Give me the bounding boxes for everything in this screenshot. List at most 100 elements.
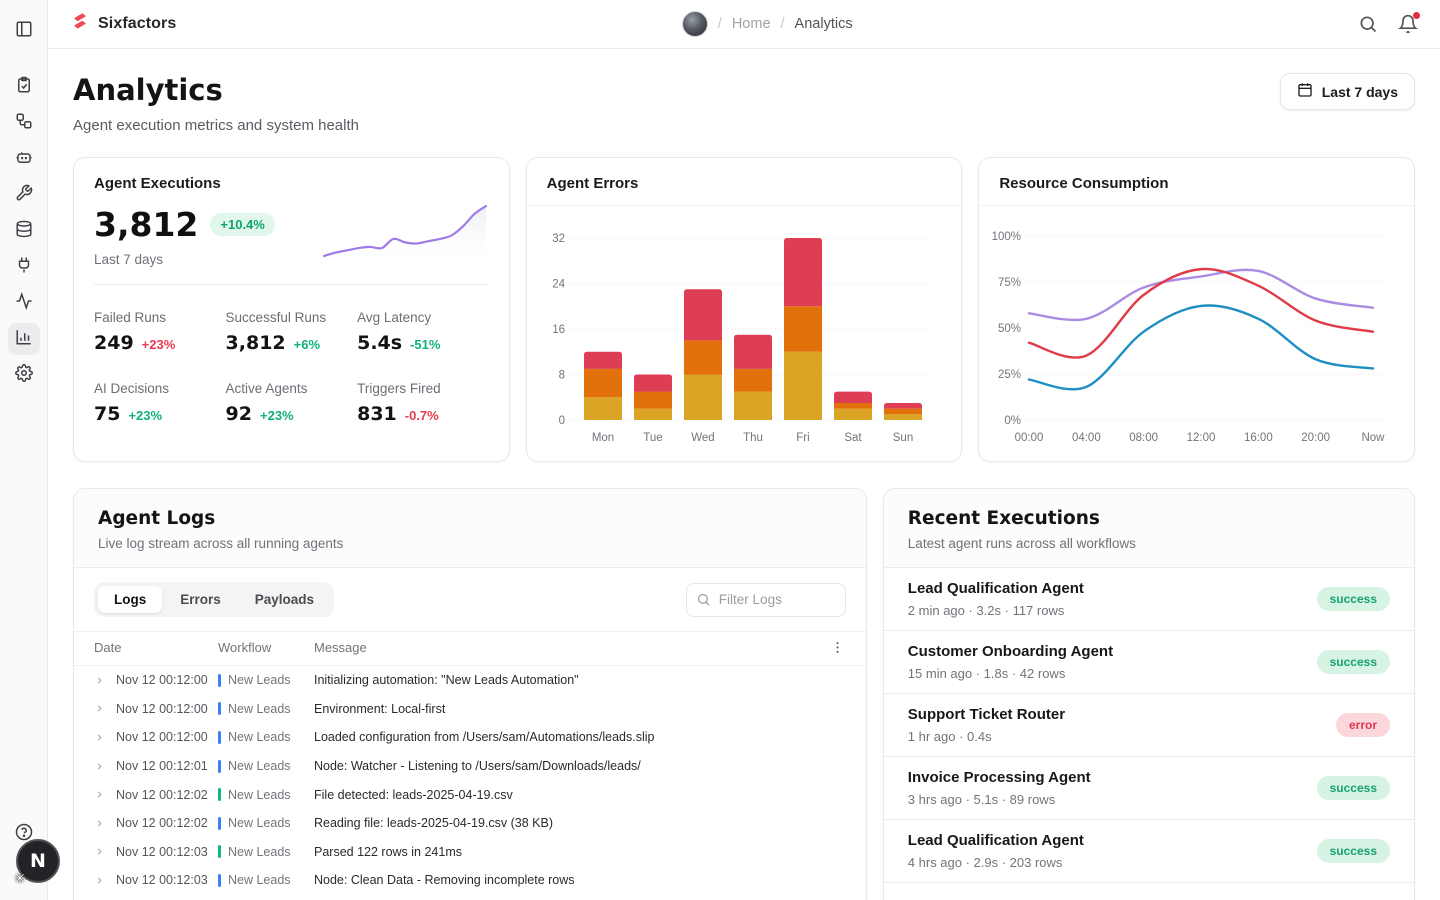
- log-workflow: New Leads: [218, 759, 306, 773]
- log-date: Nov 12 00:12:01: [116, 759, 210, 773]
- svg-text:Now: Now: [1362, 432, 1386, 444]
- brand-name: Sixfactors: [98, 15, 176, 33]
- stat-label: Triggers Fired: [357, 381, 489, 396]
- stat-label: Active Agents: [226, 381, 358, 396]
- svg-text:04:00: 04:00: [1072, 432, 1101, 444]
- search-button[interactable]: [1358, 14, 1378, 34]
- sidebar-toggle-button[interactable]: [8, 15, 40, 47]
- page-title: Analytics: [73, 73, 359, 107]
- log-workflow: New Leads: [218, 702, 306, 716]
- sidebar-item-tools[interactable]: [8, 179, 40, 211]
- workflow-name: New Leads: [228, 730, 291, 744]
- execution-meta: 3 hrs ago · 5.1s · 89 rows: [908, 792, 1091, 807]
- log-workflow: New Leads: [218, 788, 306, 802]
- sidebar-item-activity[interactable]: [8, 287, 40, 319]
- workflow-color-bar: [218, 817, 221, 830]
- tab-payloads[interactable]: Payloads: [239, 586, 330, 613]
- breadcrumb-home[interactable]: Home: [732, 16, 771, 32]
- brand[interactable]: Sixfactors: [70, 12, 176, 37]
- stat: AI Decisions 75 +23%: [94, 381, 226, 425]
- user-avatar-n[interactable]: N✳: [16, 839, 60, 883]
- stat-delta: +23%: [260, 408, 294, 423]
- log-row[interactable]: Nov 12 00:12:03 New Leads Parsed 122 row…: [74, 838, 866, 867]
- clipboard-check-icon: [15, 76, 33, 99]
- execution-item[interactable]: Customer Onboarding Agent 15 min ago · 1…: [884, 631, 1414, 694]
- log-date: Nov 12 00:12:00: [116, 730, 210, 744]
- execution-item[interactable]: Invoice Processing Agent 3 hrs ago · 5.1…: [884, 757, 1414, 820]
- execution-item[interactable]: Lead Qualification Agent 4 hrs ago · 2.9…: [884, 820, 1414, 883]
- chevron-right-icon[interactable]: [94, 789, 108, 800]
- main-content: Analytics Agent execution metrics and sy…: [48, 49, 1440, 900]
- log-row[interactable]: Nov 12 00:12:03 New Leads Node: Clean Da…: [74, 866, 866, 895]
- log-row[interactable]: Nov 12 00:12:00 New Leads Initializing a…: [74, 666, 866, 695]
- avatar[interactable]: [682, 11, 708, 37]
- sidebar-item-integrations[interactable]: [8, 251, 40, 283]
- column-workflow: Workflow: [218, 640, 306, 655]
- svg-text:Fri: Fri: [796, 432, 809, 444]
- date-range-button[interactable]: Last 7 days: [1280, 73, 1415, 110]
- log-workflow: New Leads: [218, 873, 306, 887]
- log-row[interactable]: Nov 12 00:12:02 New Leads File detected:…: [74, 780, 866, 809]
- execution-item[interactable]: Lead Qualification Agent 2 min ago · 3.2…: [884, 568, 1414, 631]
- workflow-name: New Leads: [228, 673, 291, 687]
- log-message: Node: Clean Data - Removing incomplete r…: [314, 873, 846, 887]
- stat-label: AI Decisions: [94, 381, 226, 396]
- breadcrumb-separator: /: [781, 16, 785, 32]
- table-menu-button[interactable]: [830, 640, 846, 655]
- sidebar-item-database[interactable]: [8, 215, 40, 247]
- execution-item[interactable]: Support Ticket Router 1 hr ago · 0.4s er…: [884, 694, 1414, 757]
- chevron-right-icon[interactable]: [94, 732, 108, 743]
- tab-logs[interactable]: Logs: [98, 586, 162, 613]
- bar-chart-icon: [15, 328, 33, 351]
- status-badge: success: [1317, 839, 1390, 863]
- column-message: Message: [314, 640, 822, 655]
- chevron-right-icon[interactable]: [94, 818, 108, 829]
- sidebar-item-analytics[interactable]: [8, 323, 40, 355]
- svg-text:24: 24: [552, 279, 565, 291]
- sidebar-item-settings[interactable]: [8, 359, 40, 391]
- workflow-name: New Leads: [228, 788, 291, 802]
- sidebar-item-tasks[interactable]: [8, 71, 40, 103]
- svg-text:08:00: 08:00: [1130, 432, 1159, 444]
- tab-errors[interactable]: Errors: [164, 586, 237, 613]
- chevron-right-icon[interactable]: [94, 761, 108, 772]
- sidebar: [0, 0, 48, 900]
- stat: Active Agents 92 +23%: [226, 381, 358, 425]
- svg-text:32: 32: [552, 233, 565, 245]
- topbar: Sixfactors / Home / Analytics: [48, 0, 1440, 49]
- execution-name: Lead Qualification Agent: [908, 832, 1084, 849]
- stat: Avg Latency 5.4s -51%: [357, 310, 489, 354]
- resource-consumption-card: Resource Consumption 0%25%50%75%100%00:0…: [978, 157, 1415, 462]
- log-message: Node: Watcher - Listening to /Users/sam/…: [314, 759, 846, 773]
- bell-icon: [1398, 21, 1418, 38]
- execution-meta: 1 hr ago · 0.4s: [908, 729, 1065, 744]
- log-workflow: New Leads: [218, 730, 306, 744]
- database-icon: [15, 220, 33, 243]
- log-row[interactable]: Nov 12 00:12:00 New Leads Loaded configu…: [74, 723, 866, 752]
- status-badge: success: [1317, 587, 1390, 611]
- log-row[interactable]: Nov 12 00:12:01 New Leads Node: Watcher …: [74, 752, 866, 781]
- workflow-color-bar: [218, 874, 221, 887]
- log-row[interactable]: Nov 12 00:12:02 New Leads Reading file: …: [74, 809, 866, 838]
- stat-value: 92: [226, 403, 252, 425]
- workflow-name: New Leads: [228, 845, 291, 859]
- stat-delta: -0.7%: [405, 408, 439, 423]
- log-date: Nov 12 00:12:03: [116, 873, 210, 887]
- svg-text:75%: 75%: [998, 277, 1021, 289]
- execution-name: Invoice Processing Agent: [908, 769, 1091, 786]
- sidebar-item-workflows[interactable]: [8, 107, 40, 139]
- logs-subtitle: Live log stream across all running agent…: [98, 536, 842, 551]
- bot-icon: [15, 148, 33, 171]
- workflow-name: New Leads: [228, 759, 291, 773]
- log-date: Nov 12 00:12:02: [116, 788, 210, 802]
- chevron-right-icon[interactable]: [94, 846, 108, 857]
- stat-delta: +6%: [294, 337, 320, 352]
- app-root: N✳ Sixfactors / Home / Analytics A: [0, 0, 1440, 900]
- chevron-right-icon[interactable]: [94, 875, 108, 886]
- chevron-right-icon[interactable]: [94, 703, 108, 714]
- log-row[interactable]: Nov 12 00:12:00 New Leads Environment: L…: [74, 695, 866, 724]
- stat-value: 249: [94, 332, 134, 354]
- sidebar-item-agents[interactable]: [8, 143, 40, 175]
- chevron-right-icon[interactable]: [94, 675, 108, 686]
- notifications-button[interactable]: [1398, 14, 1418, 34]
